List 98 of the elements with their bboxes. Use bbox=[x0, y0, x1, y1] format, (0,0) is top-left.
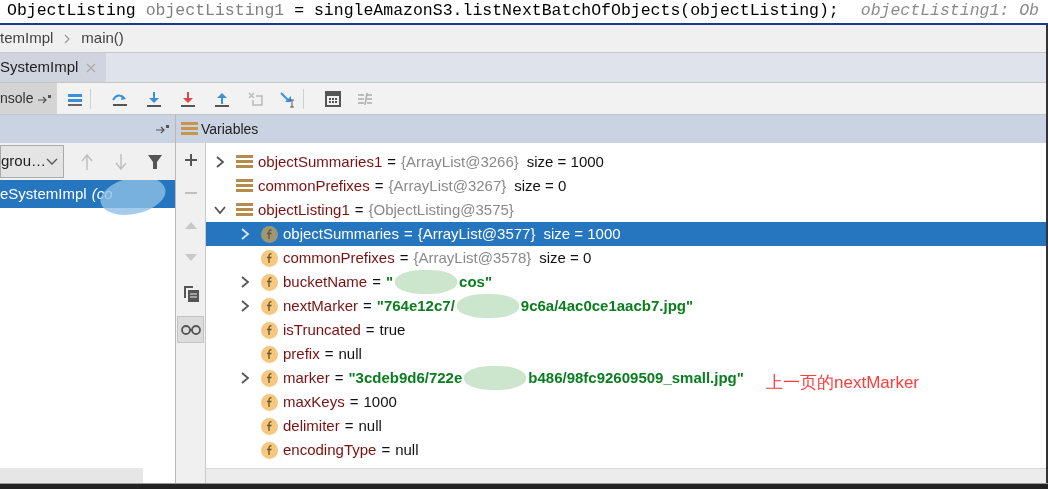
filter-icon[interactable] bbox=[147, 153, 163, 170]
size-text: size = 1000 bbox=[526, 151, 604, 172]
equals-sign: = bbox=[365, 319, 375, 340]
object-ref: {ArrayList@3578} bbox=[413, 247, 532, 268]
value-text: true bbox=[379, 319, 406, 340]
blur-mark bbox=[456, 294, 519, 318]
breadcrumb-item[interactable]: temImpl bbox=[0, 27, 54, 50]
size-text: size = 1000 bbox=[543, 223, 621, 244]
value-text: null bbox=[395, 439, 419, 460]
variable-name: nextMarker bbox=[283, 295, 359, 316]
value-text: 1000 bbox=[363, 391, 397, 412]
equals-sign: = bbox=[372, 271, 381, 292]
stack-icon bbox=[236, 202, 253, 218]
panel-title: Variables bbox=[201, 119, 259, 139]
chevron-right-icon[interactable] bbox=[239, 300, 251, 312]
object-ref: {ArrayList@3267} bbox=[388, 175, 507, 196]
tab-label: nsole bbox=[0, 89, 34, 108]
chevron-right-icon[interactable] bbox=[239, 372, 251, 384]
tab-label: SystemImpl bbox=[0, 57, 79, 78]
code-text: ObjectListing bbox=[7, 0, 137, 23]
variable-name: objectListing1 bbox=[258, 199, 350, 220]
chevron-right-icon bbox=[63, 33, 72, 44]
string-value: "3cdeb9d6/722e bbox=[348, 367, 463, 388]
equals-sign: = bbox=[344, 415, 354, 436]
equals-sign: = bbox=[374, 175, 384, 196]
equals-sign: = bbox=[363, 295, 372, 316]
variable-name: bucketName bbox=[283, 271, 368, 292]
equals-sign: = bbox=[354, 199, 364, 220]
equals-sign: = bbox=[349, 391, 359, 412]
equals-sign: = bbox=[334, 367, 344, 388]
blur-mark bbox=[395, 270, 458, 294]
field-icon bbox=[261, 441, 278, 459]
string-value: "764e12c7/ bbox=[376, 295, 455, 316]
field-icon bbox=[261, 345, 278, 363]
plus-icon[interactable] bbox=[183, 153, 198, 167]
equals-sign: = bbox=[381, 439, 391, 460]
editor-tab[interactable]: SystemImpl bbox=[0, 53, 107, 82]
value-text: null bbox=[338, 343, 362, 364]
chevron-right-icon[interactable] bbox=[239, 228, 251, 240]
down-arrow-icon[interactable] bbox=[179, 89, 197, 108]
stack-icon bbox=[181, 121, 198, 137]
size-text: size = 0 bbox=[514, 175, 567, 196]
string-value: " bbox=[386, 271, 394, 292]
variable-name: maxKeys bbox=[283, 391, 345, 412]
glasses-icon bbox=[180, 324, 201, 335]
string-value: b486/98fc92609509_small.jpg" bbox=[528, 367, 744, 388]
annotation-text: 上一页的nextMarker bbox=[766, 372, 920, 394]
field-icon bbox=[261, 249, 278, 267]
field-icon bbox=[261, 273, 278, 291]
scrollbar[interactable] bbox=[206, 468, 1046, 483]
field-icon bbox=[261, 417, 278, 435]
field-icon bbox=[261, 321, 278, 339]
string-value: cos" bbox=[459, 271, 493, 292]
variable-name: isTruncated bbox=[283, 319, 361, 340]
variable-row[interactable]: objectSummaries = {ArrayList@3577} size = 1000 bbox=[206, 222, 1046, 246]
value-text: null bbox=[358, 415, 382, 436]
object-ref: {ArrayList@3577} bbox=[417, 223, 536, 244]
cursor-arrow-icon[interactable] bbox=[279, 89, 297, 108]
field-icon bbox=[261, 297, 278, 315]
variable-name: commonPrefixes bbox=[258, 175, 370, 196]
copy-icon[interactable] bbox=[182, 285, 199, 302]
chevron-right-icon[interactable] bbox=[214, 156, 226, 168]
string-value: 9c6a/4ac0ce1aacb7.jpg" bbox=[520, 295, 694, 316]
down-arrow-icon[interactable] bbox=[145, 89, 163, 108]
calculator-icon[interactable] bbox=[324, 89, 342, 108]
variable-name: objectSummaries bbox=[283, 223, 399, 244]
chevron-down-icon bbox=[46, 157, 58, 166]
breadcrumb-item[interactable]: main() bbox=[81, 27, 124, 50]
variable-name: prefix bbox=[283, 343, 320, 364]
variable-name: encodingType bbox=[283, 439, 377, 460]
size-text: size = 0 bbox=[539, 247, 592, 268]
equals-sign: = bbox=[324, 343, 334, 364]
object-ref: {ObjectListing@3575} bbox=[368, 199, 514, 220]
pin-icon[interactable] bbox=[155, 124, 169, 134]
field-icon bbox=[261, 369, 278, 387]
blur-mark bbox=[464, 366, 527, 390]
variable-name: delimiter bbox=[283, 415, 340, 436]
field-icon bbox=[261, 225, 278, 243]
console-tab[interactable]: nsole bbox=[0, 83, 57, 114]
thread-dropdown[interactable]: grou… bbox=[0, 145, 64, 178]
scrollbar[interactable] bbox=[0, 468, 143, 483]
equals-sign: = bbox=[399, 247, 409, 268]
variable-name: marker bbox=[283, 367, 330, 388]
pin-icon[interactable] bbox=[37, 93, 52, 104]
object-ref: {ArrayList@3266} bbox=[401, 151, 519, 172]
inline-hint: objectListing1: Ob bbox=[860, 0, 1039, 23]
chevron-right-icon[interactable] bbox=[239, 276, 251, 288]
variable-name: commonPrefixes bbox=[283, 247, 395, 268]
glasses-button[interactable] bbox=[177, 316, 204, 343]
field-icon bbox=[261, 393, 278, 411]
stack-icon bbox=[236, 154, 253, 170]
code-text: = singleAmazonS3.listNextBatchOfObjects(objectListing); bbox=[293, 0, 839, 23]
code-text: objectListing1 bbox=[145, 0, 285, 23]
equals-sign: = bbox=[403, 223, 413, 244]
stack-icon bbox=[236, 178, 253, 194]
variable-name: objectSummaries1 bbox=[258, 151, 383, 172]
equals-sign: = bbox=[387, 151, 396, 172]
chevron-down-icon[interactable] bbox=[214, 204, 226, 216]
